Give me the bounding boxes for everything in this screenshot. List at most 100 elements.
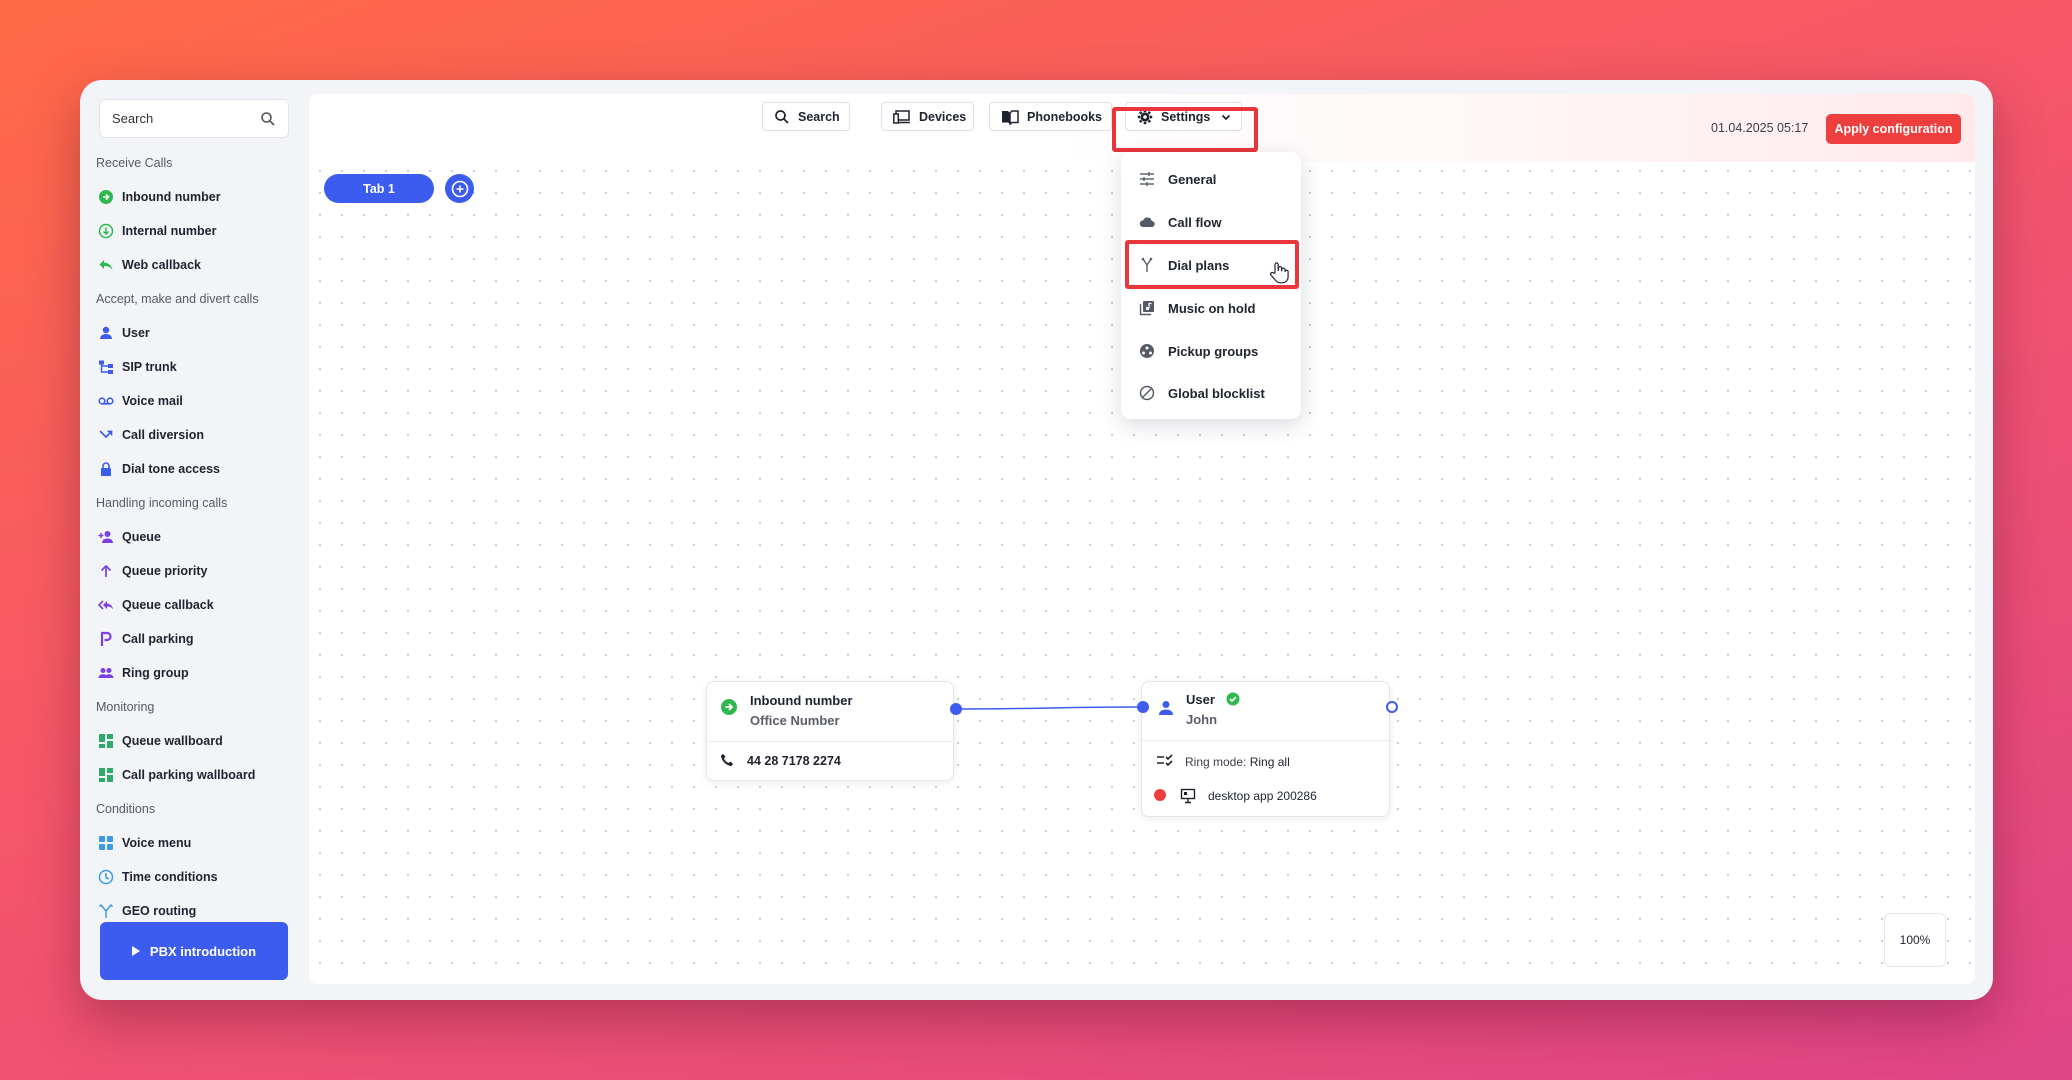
user-output-port[interactable]	[1386, 701, 1398, 713]
sidebar-item-label: Ring group	[122, 666, 189, 680]
sidebar-item-label: Time conditions	[122, 870, 218, 884]
cloud-icon	[1139, 214, 1155, 230]
ring-mode-value: Ring all	[1249, 755, 1290, 769]
menu-item-music-on-hold[interactable]: Music on hold	[1121, 289, 1301, 327]
fork-icon	[98, 903, 114, 919]
node-header: Inbound number Office Number	[707, 682, 953, 742]
reply-icon	[98, 257, 114, 273]
grid-icon	[98, 835, 114, 851]
hand-cursor-icon	[1269, 261, 1289, 285]
sliders-icon	[1139, 171, 1155, 187]
sidebar-item-label: Inbound number	[122, 190, 221, 204]
tab-1[interactable]: Tab 1	[324, 174, 434, 203]
menu-item-label: Music on hold	[1168, 300, 1256, 316]
menu-item-call-flow[interactable]: Call flow	[1121, 203, 1301, 241]
sidebar-search-input[interactable]: Search	[99, 99, 289, 138]
phonebooks-button-label: Phonebooks	[1027, 109, 1103, 124]
devices-button-label: Devices	[919, 109, 967, 124]
node-header: User John	[1142, 682, 1389, 741]
menu-item-label: Call flow	[1168, 214, 1222, 230]
timestamp: 01.04.2025 05:17	[1711, 121, 1809, 135]
parking-icon	[98, 631, 114, 647]
lock-icon	[98, 461, 114, 477]
menu-item-pickup-groups[interactable]: Pickup groups	[1121, 332, 1301, 370]
sidebar-item-ring-group[interactable]: Ring group	[80, 656, 307, 690]
sidebar-item-call-diversion[interactable]: Call diversion	[80, 418, 307, 452]
devices-button[interactable]: Devices	[881, 102, 974, 131]
sidebar-item-call-parking-wallboard[interactable]: Call parking wallboard	[80, 758, 307, 792]
sidebar-item-label: GEO routing	[122, 904, 197, 918]
play-icon	[131, 946, 140, 956]
app-window: Search Receive Calls Inbound number Inte…	[80, 80, 1993, 1000]
sidebar-item-queue[interactable]: Queue	[80, 520, 307, 554]
user-input-port[interactable]	[1137, 701, 1149, 713]
queue-user-add-icon	[98, 529, 114, 545]
node-title: Inbound number	[750, 693, 853, 708]
arrow-circle-down-icon	[98, 223, 114, 239]
phone-number: 44 28 7178 2274	[747, 754, 841, 768]
desktop-app-icon	[1180, 788, 1196, 804]
sidebar-item-web-callback[interactable]: Web callback	[80, 248, 307, 282]
sidebar-item-label: Queue wallboard	[122, 734, 223, 748]
sidebar-item-label: Internal number	[122, 224, 217, 238]
apply-configuration-button[interactable]: Apply configuration	[1826, 114, 1961, 144]
ring-mode: Ring mode: Ring all	[1185, 755, 1290, 769]
settings-button-label: Settings	[1161, 109, 1211, 124]
call-diversion-icon	[98, 427, 114, 443]
sidebar-item-label: Voice mail	[122, 394, 183, 408]
plus-circle-icon	[451, 180, 469, 198]
sidebar-item-label: Call diversion	[122, 428, 204, 442]
menu-item-label: Global blocklist	[1168, 385, 1265, 401]
sidebar-item-label: Dial tone access	[122, 462, 220, 476]
arrow-circle-right-icon	[720, 698, 738, 716]
sidebar-item-voice-mail[interactable]: Voice mail	[80, 384, 307, 418]
sidebar-item-sip-trunk[interactable]: SIP trunk	[80, 350, 307, 384]
status-dot	[1154, 789, 1166, 801]
book-icon	[1001, 109, 1019, 125]
sidebar-item-queue-callback[interactable]: Queue callback	[80, 588, 307, 622]
section-handling-incoming: Handling incoming calls	[96, 496, 228, 510]
settings-button[interactable]: Settings	[1125, 102, 1242, 131]
sidebar-item-label: Call parking wallboard	[122, 768, 256, 782]
menu-item-label: Dial plans	[1168, 257, 1230, 273]
sidebar-item-internal-number[interactable]: Internal number	[80, 214, 307, 248]
pbx-introduction-button[interactable]: PBX introduction	[100, 922, 288, 980]
user-node[interactable]: User John Ring mode: Ring all desktop ap…	[1141, 681, 1390, 817]
clock-icon	[98, 869, 114, 885]
sidebar-item-label: User	[122, 326, 150, 340]
menu-item-global-blocklist[interactable]: Global blocklist	[1121, 374, 1301, 412]
sidebar-item-time-conditions[interactable]: Time conditions	[80, 860, 307, 894]
sidebar-item-queue-wallboard[interactable]: Queue wallboard	[80, 724, 307, 758]
search-icon	[774, 109, 790, 125]
fork-icon	[1139, 257, 1155, 273]
search-icon	[260, 111, 276, 127]
menu-item-general[interactable]: General	[1121, 160, 1301, 198]
music-library-icon	[1139, 300, 1155, 316]
sidebar-item-dial-tone-access[interactable]: Dial tone access	[80, 452, 307, 486]
sidebar-item-label: SIP trunk	[122, 360, 177, 374]
check-circle-icon	[1226, 692, 1240, 706]
sidebar-item-user[interactable]: User	[80, 316, 307, 350]
zoom-level[interactable]: 100%	[1884, 913, 1946, 967]
inbound-number-node[interactable]: Inbound number Office Number 44 28 7178 …	[706, 681, 954, 781]
node-subtitle: John	[1186, 712, 1218, 727]
search-button[interactable]: Search	[762, 102, 850, 131]
section-conditions: Conditions	[96, 802, 156, 816]
group-icon	[98, 665, 114, 681]
add-tab-button[interactable]	[445, 174, 474, 203]
phonebooks-button[interactable]: Phonebooks	[989, 102, 1112, 131]
sidebar-item-voice-menu[interactable]: Voice menu	[80, 826, 307, 860]
sidebar-item-queue-priority[interactable]: Queue priority	[80, 554, 307, 588]
dashboard-icon	[98, 767, 114, 783]
sidebar-item-label: Voice menu	[122, 836, 192, 850]
arrow-circle-right-icon	[98, 189, 114, 205]
checklist-icon	[1156, 754, 1174, 768]
sidebar-item-label: Queue callback	[122, 598, 214, 612]
inbound-output-port[interactable]	[950, 703, 962, 715]
menu-item-dial-plans[interactable]: Dial plans	[1121, 246, 1301, 284]
chevron-down-icon	[1220, 111, 1232, 123]
node-title: User	[1186, 692, 1215, 707]
sidebar-item-inbound-number[interactable]: Inbound number	[80, 180, 307, 214]
phone-icon	[720, 753, 734, 767]
sidebar-item-call-parking[interactable]: Call parking	[80, 622, 307, 656]
